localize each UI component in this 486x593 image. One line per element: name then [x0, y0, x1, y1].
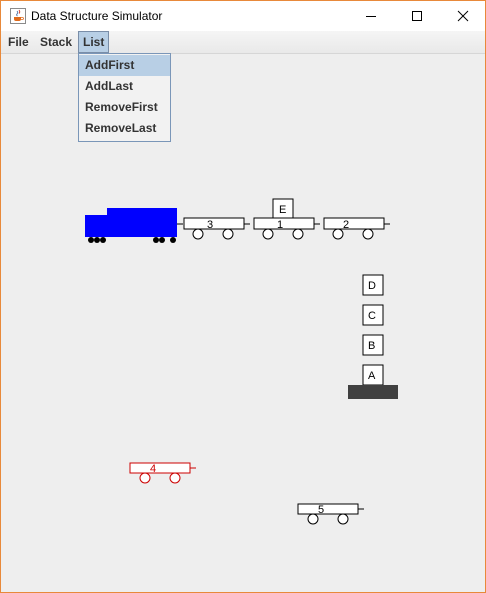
stack-item[interactable]: C	[362, 304, 384, 326]
train-car[interactable]: 3	[183, 217, 250, 240]
car-label: 3	[207, 219, 213, 231]
train-car[interactable]: 1 E	[253, 198, 320, 240]
minimize-icon	[366, 16, 376, 17]
simulation-canvas: 3 1 E 2 D C B A 4 5	[85, 198, 398, 525]
title-bar[interactable]: Data Structure Simulator	[1, 1, 485, 31]
maximize-button[interactable]	[394, 1, 440, 31]
locomotive	[85, 208, 183, 243]
maximize-icon	[412, 11, 422, 21]
stack: D C B A	[348, 274, 398, 399]
stack-item[interactable]: D	[362, 274, 384, 296]
menu-list[interactable]: List	[78, 31, 110, 53]
svg-text:C: C	[368, 310, 376, 322]
close-icon	[457, 10, 469, 22]
svg-text:A: A	[368, 370, 376, 382]
app-window: Data Structure Simulator File Stack List…	[0, 0, 486, 593]
stack-item[interactable]: A	[362, 364, 384, 386]
loose-car[interactable]: 5	[297, 503, 364, 525]
loose-car-highlighted[interactable]: 4	[129, 462, 196, 484]
car-label: 1	[277, 219, 283, 231]
svg-text:B: B	[368, 340, 375, 352]
minimize-button[interactable]	[348, 1, 394, 31]
engine-cab	[107, 208, 177, 216]
stack-item[interactable]: B	[362, 334, 384, 356]
menu-file[interactable]: File	[4, 31, 33, 53]
train-car[interactable]: 2	[323, 217, 390, 240]
stack-base	[348, 385, 398, 399]
java-cup-icon	[10, 8, 26, 24]
menu-stack[interactable]: Stack	[36, 31, 76, 53]
car-label: 5	[318, 504, 324, 516]
engine-wheels	[88, 237, 176, 243]
menu-bar: File Stack List	[1, 31, 485, 54]
engine-body	[85, 215, 177, 237]
cargo-label: E	[279, 204, 286, 216]
car-label: 2	[343, 219, 349, 231]
car-label: 4	[150, 463, 156, 475]
window-title: Data Structure Simulator	[31, 9, 163, 23]
svg-text:D: D	[368, 280, 376, 292]
close-button[interactable]	[440, 1, 485, 31]
